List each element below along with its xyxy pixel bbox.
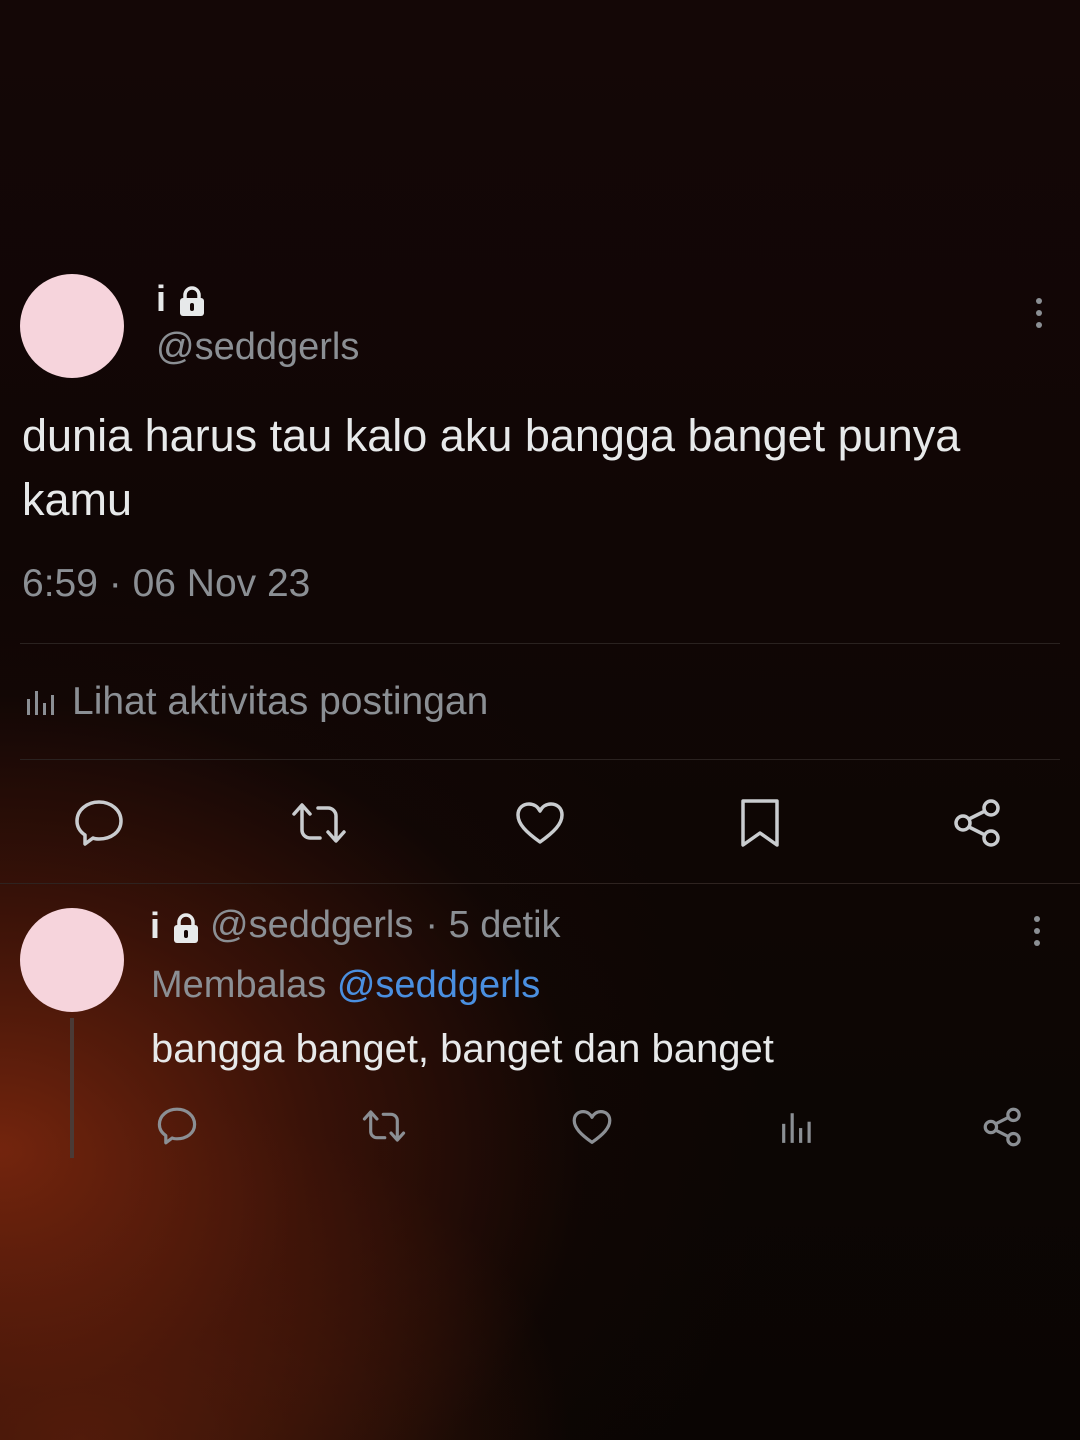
replying-to-link[interactable]: @seddgerls	[337, 964, 540, 1006]
replying-prefix: Membalas	[151, 964, 327, 1006]
reply-text: bangga banget, banget dan banget	[151, 1027, 774, 1071]
reply-handle[interactable]: @seddgerls	[210, 904, 413, 947]
like-icon[interactable]	[514, 800, 566, 846]
display-name: i	[150, 904, 161, 946]
like-icon[interactable]	[571, 1108, 613, 1146]
display-name: i	[156, 278, 167, 319]
divider	[0, 883, 1080, 884]
reply-icon[interactable]	[156, 1106, 198, 1146]
views-icon[interactable]	[780, 1108, 816, 1146]
reply-more-icon[interactable]	[1034, 916, 1040, 946]
reply-header: i @seddgerls · 5 detik	[150, 904, 561, 947]
repost-icon[interactable]	[361, 1108, 407, 1144]
share-icon[interactable]	[982, 1106, 1024, 1148]
lock-icon	[172, 911, 199, 943]
tweet-timestamp[interactable]: 6:59 · 06 Nov 23	[22, 562, 310, 606]
replying-to: Membalas @seddgerls	[151, 964, 540, 1007]
avatar[interactable]	[20, 274, 124, 378]
activity-label: Lihat aktivitas postingan	[72, 680, 489, 723]
author-name[interactable]: i	[156, 278, 205, 320]
reply-icon[interactable]	[73, 798, 125, 848]
divider	[20, 759, 1060, 760]
tweet-text: dunia harus tau kalo aku bangga banget p…	[22, 410, 961, 525]
thread-line	[70, 1018, 74, 1158]
more-icon[interactable]	[1036, 298, 1042, 328]
reply-time[interactable]: · 5 detik	[425, 904, 560, 947]
analytics-icon	[24, 685, 58, 719]
bookmark-icon[interactable]	[738, 797, 782, 849]
share-icon[interactable]	[952, 797, 1004, 849]
view-post-activity[interactable]: Lihat aktivitas postingan	[24, 680, 488, 724]
reply-avatar[interactable]	[20, 908, 124, 1012]
lock-icon	[178, 284, 205, 316]
reply-author-name[interactable]: i	[150, 904, 199, 947]
repost-icon[interactable]	[290, 800, 348, 846]
divider	[20, 643, 1060, 644]
author-handle[interactable]: @seddgerls	[156, 326, 359, 369]
